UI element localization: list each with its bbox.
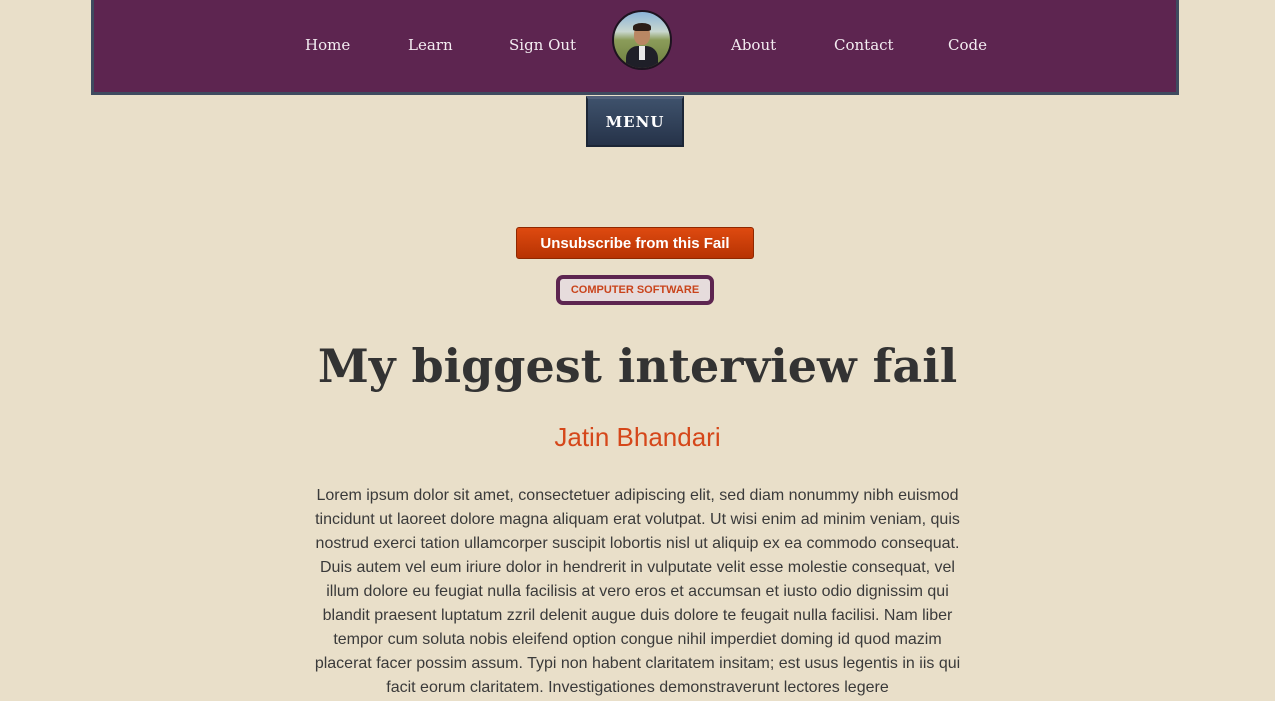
category-tag-badge[interactable]: COMPUTER SOFTWARE bbox=[556, 275, 714, 305]
nav-link-about[interactable]: About bbox=[731, 36, 776, 54]
nav-link-sign-out[interactable]: Sign Out bbox=[509, 36, 576, 54]
profile-avatar[interactable] bbox=[612, 10, 672, 70]
top-navigation-bar: Home Learn Sign Out About Contact Code bbox=[91, 0, 1179, 95]
avatar-shirt bbox=[639, 46, 645, 60]
nav-link-learn[interactable]: Learn bbox=[408, 36, 453, 54]
menu-button[interactable]: MENU bbox=[586, 96, 684, 147]
post-author[interactable]: Jatin Bhandari bbox=[0, 422, 1275, 453]
nav-link-home[interactable]: Home bbox=[305, 36, 350, 54]
unsubscribe-button[interactable]: Unsubscribe from this Fail bbox=[516, 227, 754, 259]
post-title: My biggest interview fail bbox=[317, 339, 958, 393]
nav-link-contact[interactable]: Contact bbox=[834, 36, 894, 54]
avatar-hair bbox=[633, 23, 651, 31]
post-body-text: Lorem ipsum dolor sit amet, consectetuer… bbox=[314, 487, 961, 696]
nav-link-code[interactable]: Code bbox=[948, 36, 987, 54]
